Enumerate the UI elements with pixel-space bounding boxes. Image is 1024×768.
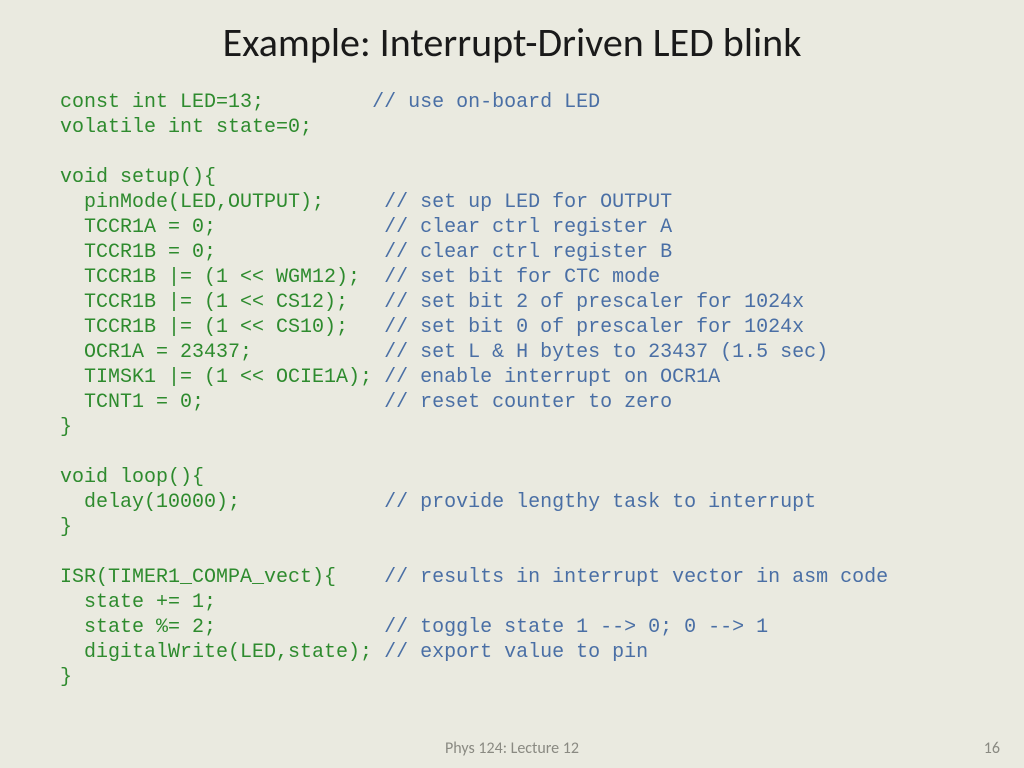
code-comment: // clear ctrl register B bbox=[384, 241, 672, 264]
code-comment: // reset counter to zero bbox=[384, 391, 672, 414]
code-line: volatile int state=0; bbox=[60, 116, 312, 139]
code-line: pinMode(LED,OUTPUT); bbox=[60, 191, 384, 214]
code-line: TIMSK1 |= (1 << OCIE1A); bbox=[60, 366, 384, 389]
code-line: OCR1A = 23437; bbox=[60, 341, 384, 364]
code-line: void setup(){ bbox=[60, 166, 216, 189]
code-line: TCCR1B |= (1 << CS10); bbox=[60, 316, 384, 339]
code-comment: // provide lengthy task to interrupt bbox=[384, 491, 816, 514]
code-comment: // toggle state 1 --> 0; 0 --> 1 bbox=[384, 616, 768, 639]
page-number: 16 bbox=[984, 739, 1000, 758]
code-line: TCCR1B |= (1 << CS12); bbox=[60, 291, 384, 314]
code-line: } bbox=[60, 666, 72, 689]
code-comment: // use on-board LED bbox=[372, 91, 600, 114]
code-comment: // export value to pin bbox=[384, 641, 648, 664]
code-line: state += 1; bbox=[60, 591, 216, 614]
code-line: TCCR1A = 0; bbox=[60, 216, 384, 239]
code-comment: // set bit 0 of prescaler for 1024x bbox=[384, 316, 804, 339]
code-line: } bbox=[60, 416, 72, 439]
code-line: TCCR1B |= (1 << WGM12); bbox=[60, 266, 384, 289]
code-line: ISR(TIMER1_COMPA_vect){ bbox=[60, 566, 384, 589]
code-comment: // results in interrupt vector in asm co… bbox=[384, 566, 888, 589]
code-comment: // clear ctrl register A bbox=[384, 216, 672, 239]
code-comment: // set L & H bytes to 23437 (1.5 sec) bbox=[384, 341, 828, 364]
code-comment: // set bit for CTC mode bbox=[384, 266, 660, 289]
code-line: const int LED=13; bbox=[60, 91, 372, 114]
code-comment: // set bit 2 of prescaler for 1024x bbox=[384, 291, 804, 314]
code-comment: // enable interrupt on OCR1A bbox=[384, 366, 720, 389]
code-line: void loop(){ bbox=[60, 466, 204, 489]
code-line: delay(10000); bbox=[60, 491, 384, 514]
footer-course-label: Phys 124: Lecture 12 bbox=[0, 739, 1024, 758]
code-line: } bbox=[60, 516, 72, 539]
code-line: TCCR1B = 0; bbox=[60, 241, 384, 264]
code-block: const int LED=13; // use on-board LED vo… bbox=[60, 90, 888, 690]
code-line: state %= 2; bbox=[60, 616, 384, 639]
code-line: TCNT1 = 0; bbox=[60, 391, 384, 414]
code-line: digitalWrite(LED,state); bbox=[60, 641, 384, 664]
code-comment: // set up LED for OUTPUT bbox=[384, 191, 672, 214]
slide: Example: Interrupt-Driven LED blink cons… bbox=[0, 0, 1024, 768]
slide-title: Example: Interrupt-Driven LED blink bbox=[0, 18, 1024, 67]
